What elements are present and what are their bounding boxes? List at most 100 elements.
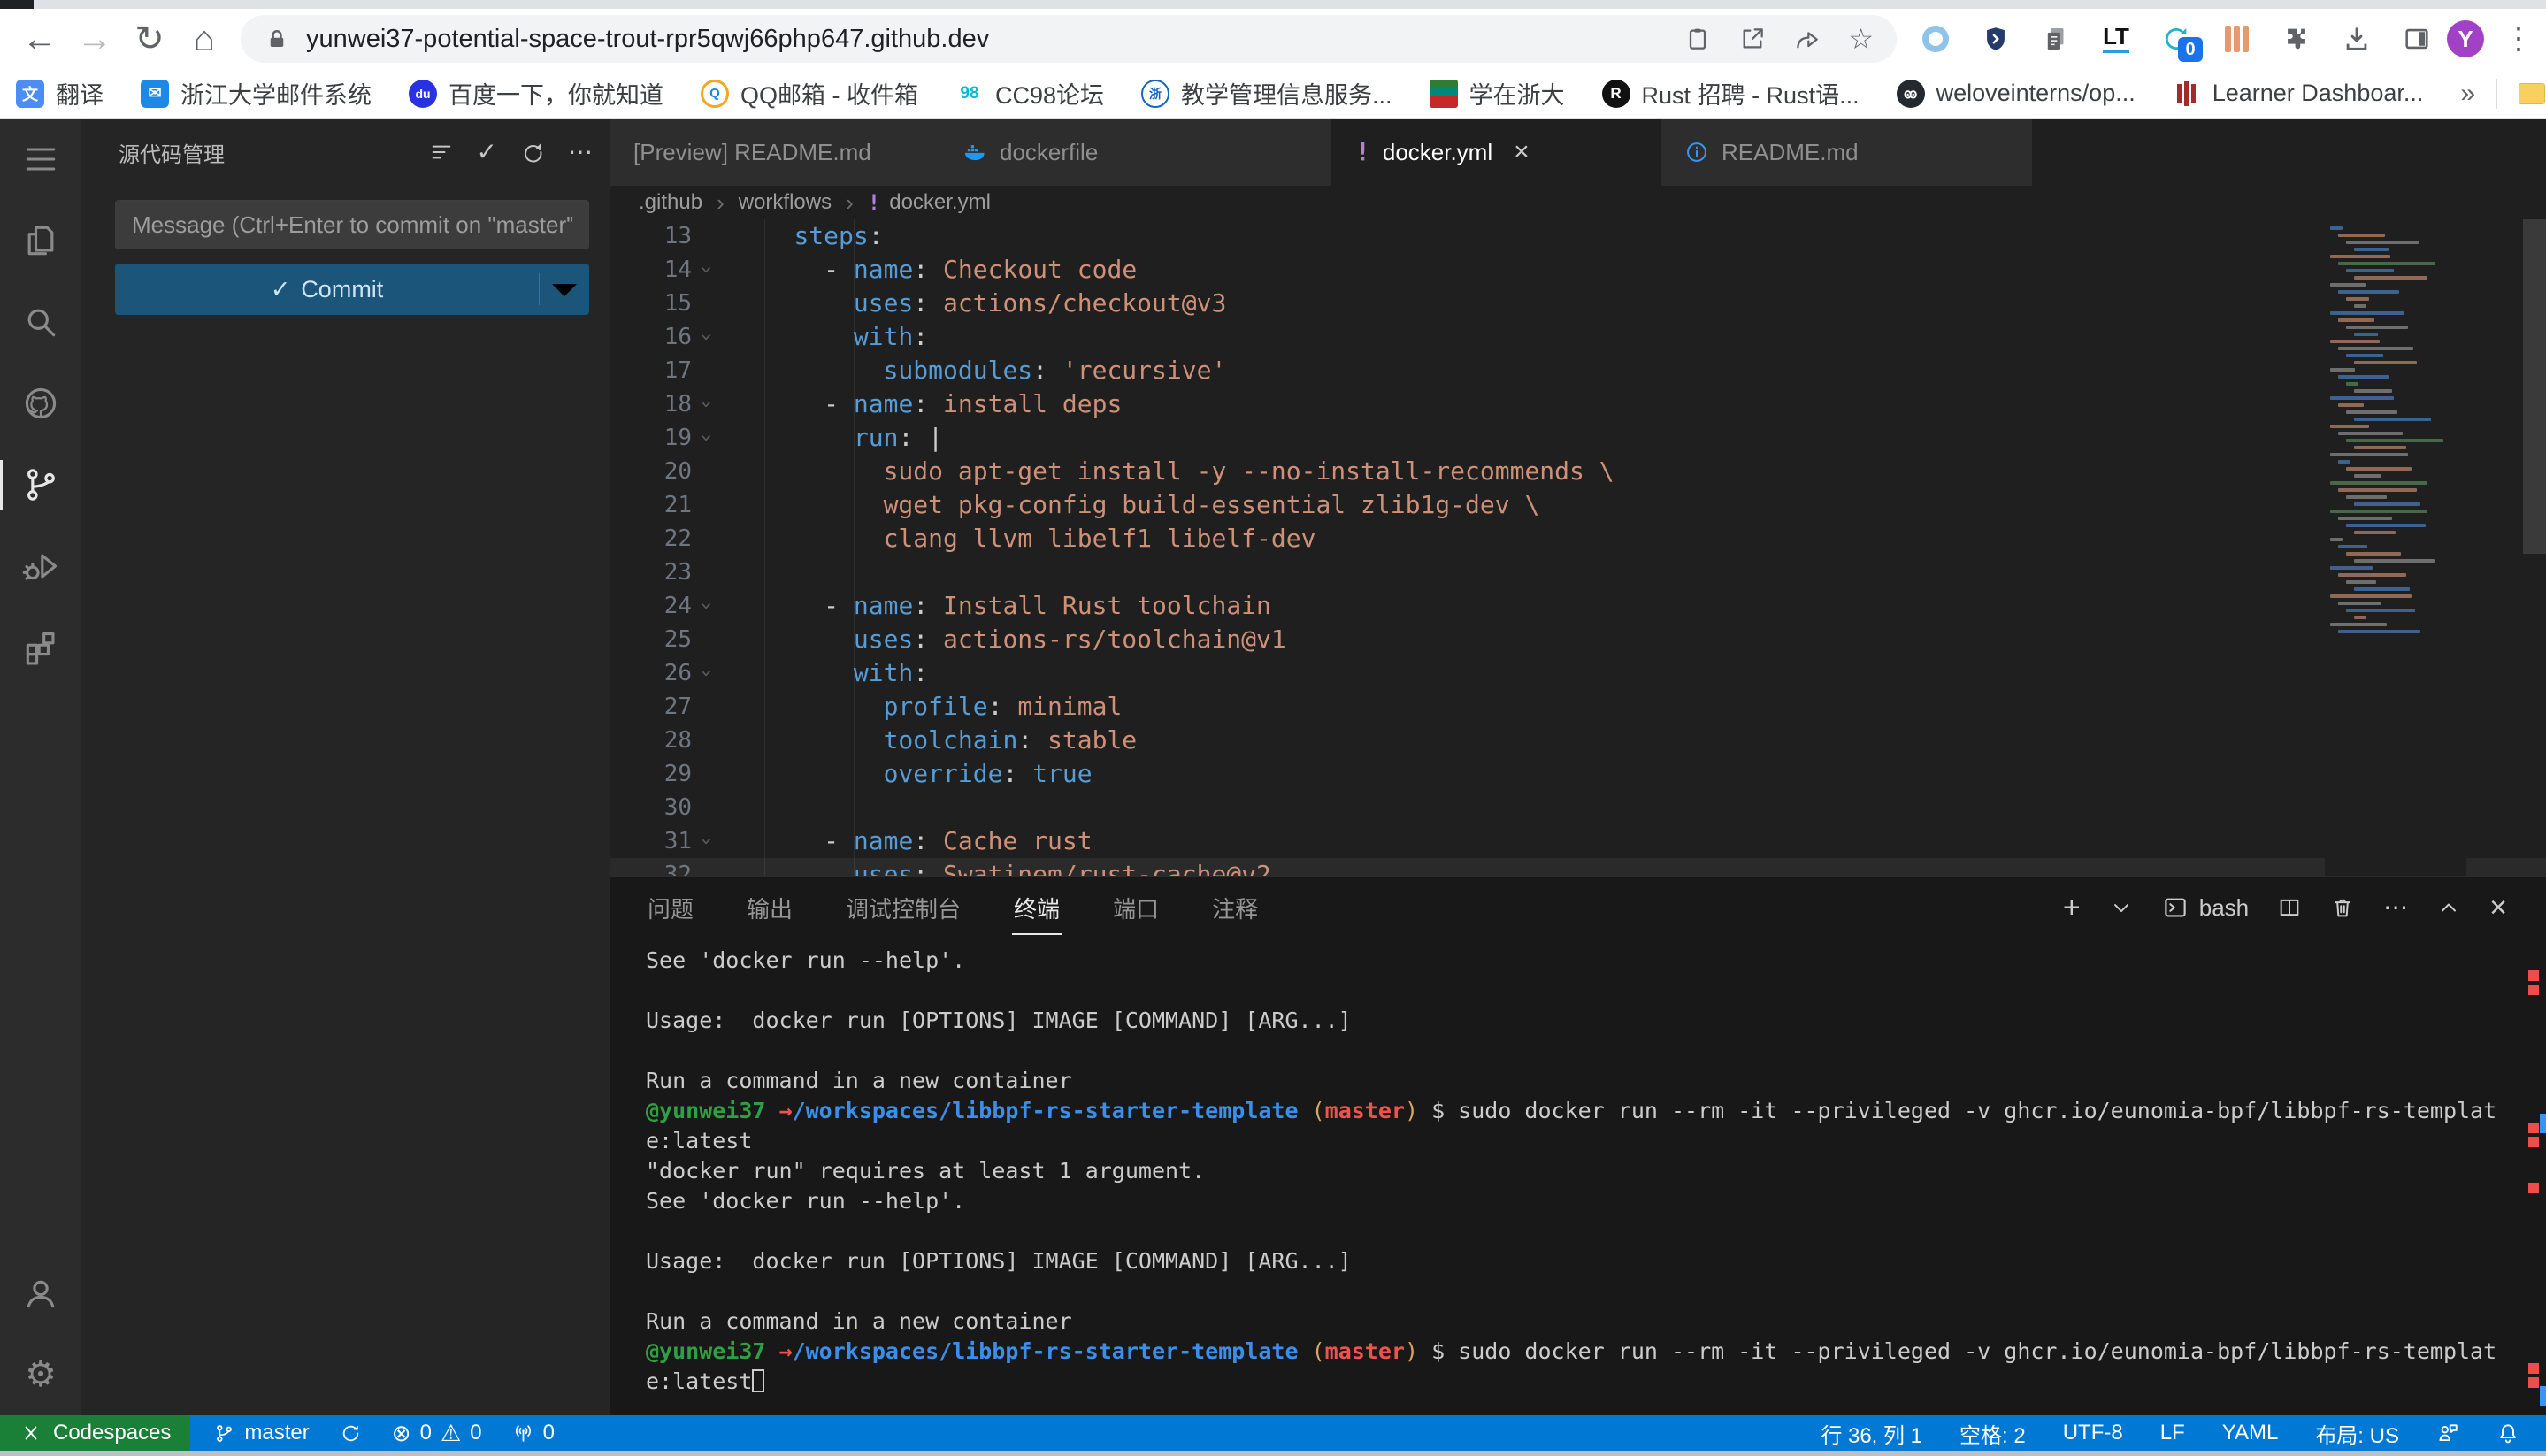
commit-button[interactable]: ✓ Commit bbox=[115, 264, 589, 315]
back-icon[interactable]: ← bbox=[12, 14, 67, 64]
open-in-new-icon[interactable] bbox=[1738, 25, 1767, 53]
status-problems[interactable]: ⊗0⚠0 bbox=[392, 1421, 482, 1445]
clipboard-icon[interactable] bbox=[1683, 25, 1712, 53]
fold-chevron-icon[interactable]: › bbox=[690, 432, 724, 444]
activity-run-debug[interactable] bbox=[0, 525, 81, 607]
panel-tab-注释[interactable]: 注释 bbox=[1210, 879, 1260, 937]
bookmark-item-3[interactable]: QQQ邮箱 - 收件箱 bbox=[701, 76, 918, 111]
profile-avatar[interactable]: Y bbox=[2447, 20, 2484, 57]
bookmark-item-1[interactable]: ✉浙江大学邮件系统 bbox=[141, 76, 372, 111]
tab-readme.md[interactable]: README.md bbox=[1661, 119, 2033, 186]
tab-dockerfile[interactable]: dockerfile bbox=[939, 119, 1332, 186]
status-encoding[interactable]: UTF-8 bbox=[2063, 1421, 2123, 1445]
bookmark-item-7[interactable]: RRust 招聘 - Rust语... bbox=[1602, 76, 1860, 111]
status-cursor-position[interactable]: 行 36, 列 1 bbox=[1821, 1418, 1922, 1449]
panel-tab-输出[interactable]: 输出 bbox=[745, 879, 794, 937]
fold-chevron-icon[interactable]: › bbox=[690, 835, 724, 847]
minimap-line bbox=[2346, 439, 2443, 442]
panel-more-icon[interactable]: ⋯ bbox=[2383, 895, 2408, 920]
new-terminal-icon[interactable]: + bbox=[2063, 893, 2081, 923]
downloads-icon[interactable] bbox=[2337, 19, 2376, 58]
status-feedback[interactable] bbox=[2436, 1422, 2459, 1445]
status-branch[interactable]: master bbox=[213, 1421, 309, 1445]
maximize-panel-icon[interactable] bbox=[2436, 895, 2461, 920]
status-indentation[interactable]: 空格: 2 bbox=[1959, 1418, 2026, 1449]
bookmark-item-4[interactable]: 98CC98论坛 bbox=[955, 76, 1104, 111]
bookmark-item-0[interactable]: 文翻译 bbox=[16, 76, 104, 111]
bookmarks-overflow-chevron[interactable]: » bbox=[2460, 79, 2475, 109]
breadcrumb-item-0[interactable]: .github bbox=[639, 190, 702, 215]
remote-indicator[interactable]: Codespaces bbox=[0, 1415, 190, 1451]
panel-tab-问题[interactable]: 问题 bbox=[646, 879, 695, 937]
status-notifications[interactable] bbox=[2496, 1422, 2519, 1445]
status-sync[interactable] bbox=[340, 1422, 362, 1445]
activity-search[interactable] bbox=[0, 281, 81, 363]
bookmark-item-6[interactable]: 学在浙大 bbox=[1430, 76, 1565, 111]
fold-chevron-icon[interactable]: › bbox=[690, 331, 724, 343]
minimap-line bbox=[2354, 531, 2396, 534]
fold-chevron-icon[interactable]: › bbox=[690, 667, 724, 679]
commit-check-icon[interactable]: ✓ bbox=[477, 140, 497, 165]
terminal-chip[interactable]: bash bbox=[2162, 894, 2249, 922]
breadcrumb-item-2[interactable]: !docker.yml bbox=[868, 190, 991, 215]
editor-scrollbar-thumb[interactable] bbox=[2523, 219, 2546, 554]
launch-profile-dropdown-icon[interactable] bbox=[2109, 895, 2134, 920]
minimap[interactable] bbox=[2325, 219, 2466, 876]
code-line-32: 32 uses: Swatinem/rust-cache@v2 bbox=[610, 858, 2546, 876]
home-icon[interactable]: ⌂ bbox=[177, 14, 232, 64]
shield-extension-icon[interactable] bbox=[1976, 19, 2015, 58]
terminal[interactable]: See 'docker run --help'. Usage: docker r… bbox=[646, 946, 2527, 1410]
bookmark-item-9[interactable]: Learner Dashboar... bbox=[2173, 80, 2424, 108]
code-editor[interactable]: 13 steps:14› - name: Checkout code15 use… bbox=[610, 219, 2546, 876]
activity-account[interactable] bbox=[0, 1253, 81, 1334]
circle-extension-icon[interactable] bbox=[1916, 19, 1955, 58]
close-panel-icon[interactable]: × bbox=[2489, 893, 2507, 923]
activity-extensions[interactable] bbox=[0, 607, 81, 688]
panel-tab-调试控制台[interactable]: 调试控制台 bbox=[844, 879, 962, 937]
pencils-extension-icon[interactable] bbox=[2217, 19, 2256, 58]
tab-close-icon[interactable]: × bbox=[1514, 137, 1530, 167]
commit-dropdown-chevron-icon[interactable] bbox=[540, 264, 589, 314]
status-language-mode[interactable]: YAML bbox=[2222, 1421, 2279, 1445]
kill-terminal-icon[interactable] bbox=[2330, 895, 2355, 920]
notes-extension-icon[interactable] bbox=[2036, 19, 2075, 58]
activity-explorer[interactable] bbox=[0, 200, 81, 281]
panel-tab-终端[interactable]: 终端 bbox=[1012, 879, 1062, 937]
breadcrumb-item-1[interactable]: workflows bbox=[739, 190, 832, 215]
window-top-strip bbox=[0, 0, 2546, 9]
languagetool-extension-icon[interactable]: LT bbox=[2097, 19, 2136, 58]
more-actions-icon[interactable]: ⋯ bbox=[568, 140, 593, 165]
split-terminal-icon[interactable] bbox=[2277, 895, 2302, 920]
view-sort-icon[interactable] bbox=[429, 140, 454, 165]
bookmark-item-2[interactable]: du百度一下，你就知道 bbox=[409, 76, 663, 111]
share-icon[interactable] bbox=[1793, 25, 1821, 53]
commit-message-input[interactable] bbox=[115, 200, 589, 249]
panel-tab-端口[interactable]: 端口 bbox=[1111, 879, 1161, 937]
refresh-icon[interactable] bbox=[520, 140, 545, 165]
other-bookmarks[interactable]: 其他书签 bbox=[2519, 76, 2546, 111]
terminal-line-13: ○@yunwei37 →/workspaces/libbpf-rs-starte… bbox=[646, 1337, 2527, 1367]
fold-chevron-icon[interactable]: › bbox=[690, 264, 724, 276]
url-text[interactable]: yunwei37-potential-space-trout-rpr5qwj66… bbox=[306, 25, 1666, 54]
bookmark-star-icon[interactable]: ☆ bbox=[1848, 25, 1874, 53]
reload-icon[interactable]: ↻ bbox=[122, 14, 177, 64]
bookmark-item-8[interactable]: ꙭweloveinterns/op... bbox=[1897, 80, 2136, 108]
extensions-puzzle-icon[interactable] bbox=[2277, 19, 2316, 58]
tab-docker.yml[interactable]: !docker.yml× bbox=[1332, 119, 1661, 186]
status-keyboard-layout[interactable]: 布局: US bbox=[2315, 1418, 2399, 1449]
bookmark-item-5[interactable]: 浙教学管理信息服务... bbox=[1141, 76, 1392, 111]
sync-extension-icon[interactable]: 0 bbox=[2157, 19, 2196, 58]
status-ports[interactable]: 0 bbox=[512, 1421, 555, 1445]
activity-github[interactable] bbox=[0, 363, 81, 444]
fold-chevron-icon[interactable]: › bbox=[690, 398, 724, 410]
activity-settings[interactable]: ⚙ bbox=[0, 1334, 81, 1415]
side-panel-icon[interactable] bbox=[2397, 19, 2436, 58]
forward-icon[interactable]: → bbox=[67, 14, 122, 64]
tab--preview-readme.md[interactable]: [Preview] README.md bbox=[610, 119, 939, 186]
activity-menu[interactable] bbox=[0, 119, 81, 200]
status-eol[interactable]: LF bbox=[2160, 1421, 2185, 1445]
browser-menu-icon[interactable]: ⋮ bbox=[2504, 21, 2534, 57]
url-bar[interactable]: yunwei37-potential-space-trout-rpr5qwj66… bbox=[241, 15, 1897, 63]
fold-chevron-icon[interactable]: › bbox=[690, 600, 724, 612]
activity-source-control[interactable] bbox=[0, 444, 81, 525]
